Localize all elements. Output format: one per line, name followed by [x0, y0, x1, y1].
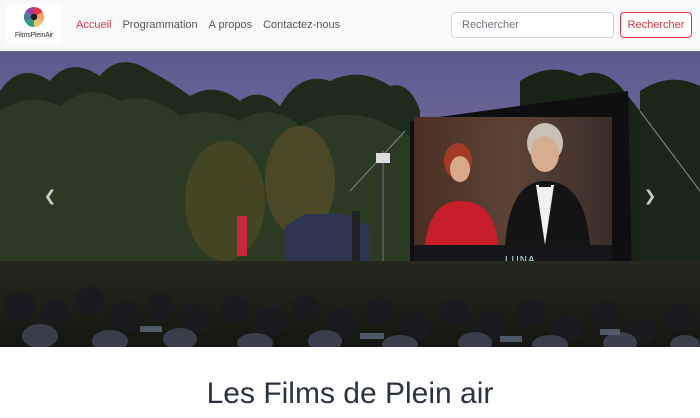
- hero-image: LUNA: [0, 51, 700, 347]
- brand-name: FilmsPleinAir: [14, 32, 54, 39]
- page-title: Les Films de Plein air: [206, 377, 494, 410]
- nav-link-contact[interactable]: Contactez-nous: [263, 19, 340, 31]
- film-reel-icon: [23, 6, 45, 28]
- navbar: FilmsPleinAir Accueil Programmation A pr…: [0, 0, 700, 50]
- search-button[interactable]: Rechercher: [620, 12, 692, 38]
- chevron-left-icon: ❮: [43, 187, 57, 205]
- chevron-right-icon: ❯: [643, 187, 657, 205]
- nav-link-accueil[interactable]: Accueil: [76, 19, 111, 31]
- search-input[interactable]: [451, 12, 614, 38]
- nav-link-programmation[interactable]: Programmation: [122, 19, 197, 31]
- nav-menu: Accueil Programmation A propos Contactez…: [76, 0, 351, 50]
- carousel-next-button[interactable]: ❯: [642, 186, 658, 206]
- brand-logo[interactable]: FilmsPleinAir: [6, 4, 62, 44]
- carousel-prev-button[interactable]: ❮: [42, 186, 58, 206]
- nav-link-a-propos[interactable]: A propos: [209, 19, 252, 31]
- hero-carousel: LUNA ❮ ❯: [0, 51, 700, 347]
